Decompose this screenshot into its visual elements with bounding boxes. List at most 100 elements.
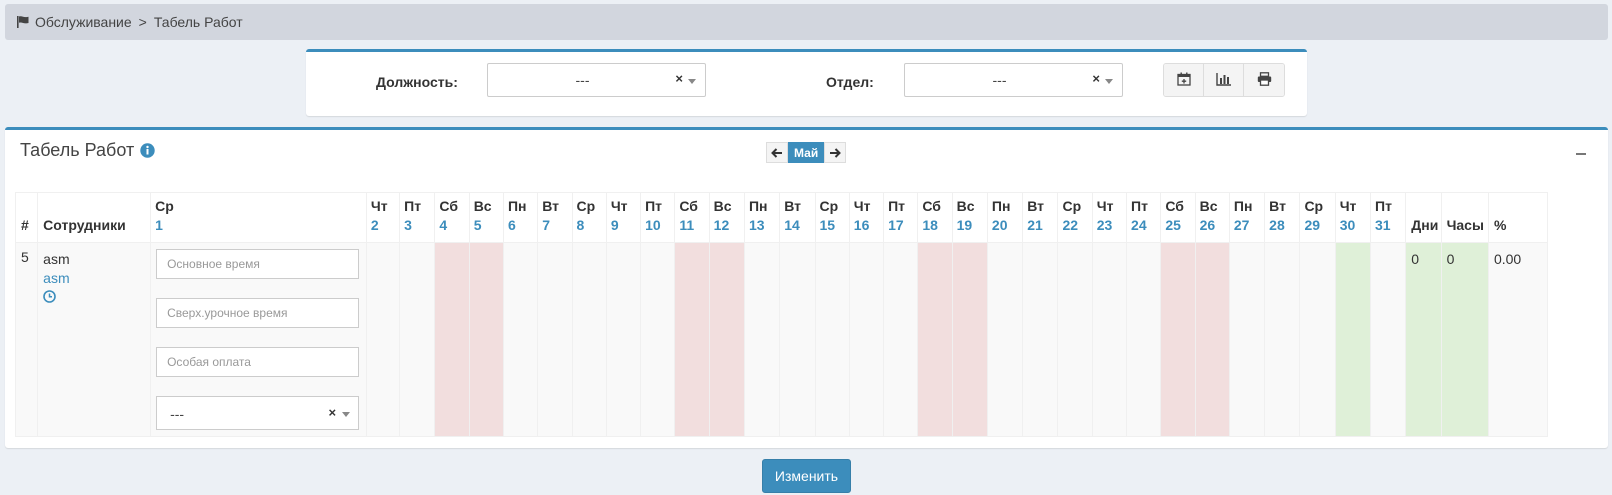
employee-link[interactable]: asm (43, 270, 145, 286)
day-number-link[interactable]: 2 (371, 216, 399, 235)
special-pay-input[interactable] (156, 347, 360, 377)
day-number-link[interactable]: 18 (922, 216, 951, 235)
day-number-link[interactable]: 5 (474, 216, 503, 235)
weekday-label: Сб (679, 198, 698, 214)
day-header: Вс 12 (708, 192, 745, 243)
department-select[interactable]: --- × (904, 63, 1123, 97)
weekday-label: Чт (1096, 198, 1114, 214)
weekday-label: Вс (1199, 198, 1218, 214)
day-cell[interactable] (640, 242, 676, 437)
regular-time-input[interactable] (156, 249, 360, 279)
day-cell[interactable] (1057, 242, 1093, 437)
day-number-link[interactable]: 4 (439, 216, 468, 235)
day-number-link[interactable]: 27 (1234, 216, 1264, 235)
day-number-link[interactable]: 28 (1269, 216, 1299, 235)
day-cell[interactable] (1299, 242, 1336, 437)
day-header: Пт 10 (640, 192, 676, 243)
day-cell[interactable] (1369, 242, 1407, 437)
info-icon[interactable] (140, 143, 155, 158)
day-header: Вт 28 (1264, 192, 1301, 243)
day-number-link[interactable]: 3 (404, 216, 434, 235)
calendar-button[interactable] (1164, 64, 1204, 96)
day-number-link[interactable]: 21 (1027, 216, 1057, 235)
overtime-input[interactable] (156, 298, 360, 328)
day-number-link[interactable]: 23 (1097, 216, 1126, 235)
day-number-link[interactable]: 10 (645, 216, 674, 235)
day-number-link[interactable]: 11 (679, 216, 708, 235)
day-header: Чт 23 (1091, 192, 1128, 243)
day-cell[interactable] (502, 242, 539, 437)
clear-icon[interactable]: × (1092, 71, 1100, 86)
day-number-link[interactable]: 30 (1340, 216, 1370, 235)
day-number-link[interactable]: 24 (1131, 216, 1160, 235)
day-cell[interactable] (537, 242, 573, 437)
day-number-link[interactable]: 19 (957, 216, 987, 235)
day-number-link[interactable]: 14 (784, 216, 814, 235)
table-row: 5 asm asm ---×000.00 (14, 242, 1598, 437)
day-cell[interactable] (1091, 242, 1128, 437)
clock-icon[interactable] (43, 290, 145, 306)
breadcrumb-item-service[interactable]: Обслуживание (35, 14, 132, 30)
day-cell[interactable] (365, 242, 401, 437)
next-month-button[interactable] (824, 142, 847, 163)
day-number-link[interactable]: 6 (508, 216, 537, 235)
prev-month-button[interactable] (766, 142, 788, 163)
day-number-link[interactable]: 29 (1304, 216, 1334, 235)
work-type-select-value: --- (170, 406, 185, 422)
chart-button[interactable] (1204, 64, 1244, 96)
day-cell[interactable] (1126, 242, 1162, 437)
print-button[interactable] (1244, 64, 1284, 96)
day-header: Ср 1 (150, 192, 367, 243)
day-number-link[interactable]: 9 (611, 216, 640, 235)
day-cell[interactable] (708, 242, 745, 437)
day-number-link[interactable]: 12 (714, 216, 744, 235)
day-cell[interactable] (1334, 242, 1372, 437)
day-cell[interactable] (468, 242, 504, 437)
day-cell[interactable] (743, 242, 781, 437)
day-cell[interactable] (1194, 242, 1230, 437)
weekday-label: Пт (404, 198, 422, 214)
day-number-link[interactable]: 31 (1375, 216, 1405, 235)
day-number-link[interactable]: 13 (749, 216, 779, 235)
employee-name: asm (43, 251, 70, 267)
collapse-minus-icon[interactable] (1576, 153, 1586, 155)
day-number-link[interactable]: 17 (888, 216, 917, 235)
day-number-link[interactable]: 22 (1062, 216, 1091, 235)
weekday-label: Пн (507, 198, 527, 214)
day-number-link[interactable]: 26 (1200, 216, 1229, 235)
day-cell[interactable] (1022, 242, 1059, 437)
day-number-link[interactable]: 20 (992, 216, 1022, 235)
day-cell[interactable] (883, 242, 919, 437)
day-header: Чт 16 (848, 192, 885, 243)
clear-icon[interactable]: × (329, 405, 337, 420)
day-cell[interactable] (986, 242, 1024, 437)
day-cell[interactable] (399, 242, 436, 437)
day-cell[interactable] (917, 242, 953, 437)
day-header: Пн 13 (743, 192, 781, 243)
day-cell[interactable] (1264, 242, 1301, 437)
day-number-link[interactable]: 8 (577, 216, 606, 235)
day-cell[interactable] (951, 242, 988, 437)
day-number-link[interactable]: 15 (820, 216, 849, 235)
day-cell[interactable] (571, 242, 607, 437)
day-number-link[interactable]: 16 (854, 216, 883, 235)
weekday-label: Пт (645, 198, 663, 214)
day-number-link[interactable]: 7 (542, 216, 571, 235)
day-number-link[interactable]: 1 (155, 216, 366, 235)
save-changes-button[interactable]: Изменить (762, 459, 851, 493)
day-cell[interactable] (1160, 242, 1196, 437)
bar-chart-icon (1215, 72, 1232, 89)
day-number-link[interactable]: 25 (1165, 216, 1194, 235)
day-cell[interactable] (779, 242, 816, 437)
day-cell[interactable] (605, 242, 642, 437)
day-cell[interactable] (814, 242, 850, 437)
day-cell[interactable] (1228, 242, 1266, 437)
calendar-plus-icon (1176, 72, 1191, 89)
day-cell[interactable] (434, 242, 470, 437)
position-select[interactable]: --- × (487, 63, 706, 97)
clear-icon[interactable]: × (675, 71, 683, 86)
work-type-select[interactable]: --- × (156, 396, 360, 430)
day-cell[interactable] (674, 242, 710, 437)
day-cell[interactable] (848, 242, 885, 437)
day-header: Пт 17 (883, 192, 919, 243)
